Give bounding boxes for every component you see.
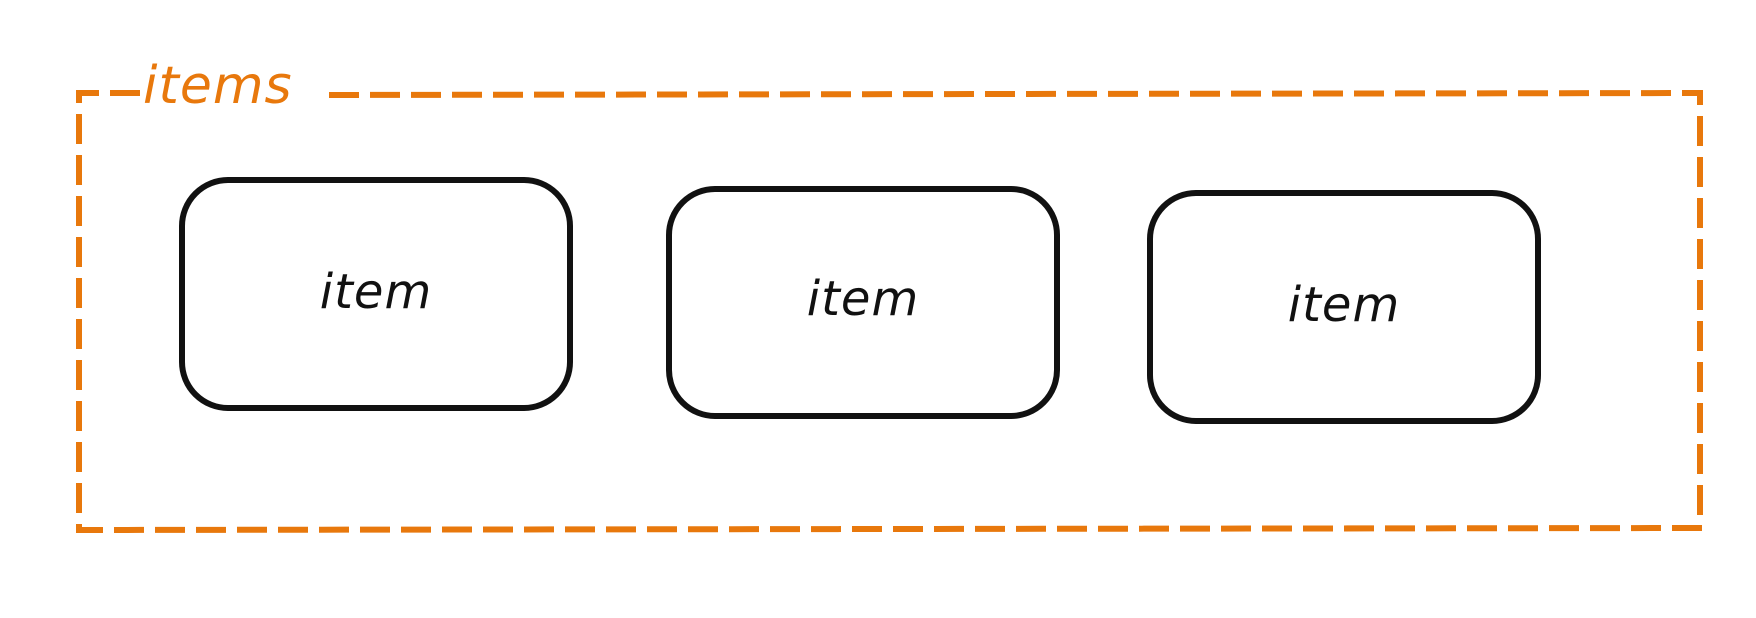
item-box-3: item <box>1147 190 1541 424</box>
item-box-3-label: item <box>1288 277 1400 333</box>
diagram-canvas: items item item item <box>76 56 1703 534</box>
item-box-2: item <box>666 186 1060 419</box>
item-box-2-label: item <box>807 271 919 327</box>
item-box-1: item <box>179 177 573 411</box>
item-box-1-label: item <box>320 264 432 320</box>
items-container-label: items <box>143 56 293 116</box>
